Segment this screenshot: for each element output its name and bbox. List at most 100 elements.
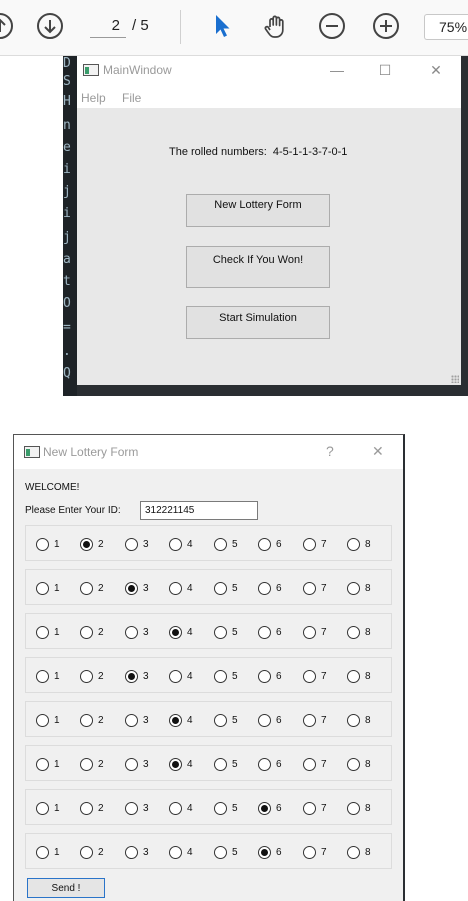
radio-option[interactable]: 4 (169, 536, 193, 552)
radio-option[interactable]: 1 (36, 844, 60, 860)
radio-button[interactable] (36, 845, 49, 859)
radio-option[interactable]: 6 (258, 712, 282, 728)
radio-option[interactable]: 2 (80, 712, 104, 728)
radio-button[interactable] (80, 581, 93, 595)
radio-option[interactable]: 4 (169, 756, 193, 772)
radio-option[interactable]: 8 (347, 580, 371, 596)
radio-option[interactable]: 1 (36, 580, 60, 596)
new-lottery-form-button[interactable]: New Lottery Form (186, 194, 330, 227)
maximize-icon[interactable]: ☐ (373, 61, 397, 79)
radio-option[interactable]: 7 (303, 756, 327, 772)
radio-option[interactable]: 7 (303, 844, 327, 860)
radio-option[interactable]: 3 (125, 756, 149, 772)
radio-option[interactable]: 2 (80, 844, 104, 860)
radio-option[interactable]: 1 (36, 712, 60, 728)
radio-option[interactable]: 7 (303, 800, 327, 816)
radio-option[interactable]: 7 (303, 536, 327, 552)
radio-button[interactable] (36, 537, 49, 551)
radio-option[interactable]: 4 (169, 712, 193, 728)
radio-option[interactable]: 8 (347, 756, 371, 772)
resize-grip-icon[interactable] (451, 375, 459, 383)
radio-option[interactable]: 6 (258, 624, 282, 640)
radio-option[interactable]: 3 (125, 668, 149, 684)
radio-option[interactable]: 6 (258, 756, 282, 772)
radio-button[interactable] (303, 845, 316, 859)
radio-button[interactable] (80, 537, 93, 551)
radio-button[interactable] (36, 669, 49, 683)
radio-option[interactable]: 5 (214, 844, 238, 860)
radio-option[interactable]: 5 (214, 800, 238, 816)
radio-button[interactable] (125, 757, 138, 771)
radio-button[interactable] (36, 581, 49, 595)
radio-button[interactable] (347, 801, 360, 815)
radio-button[interactable] (303, 581, 316, 595)
radio-option[interactable]: 5 (214, 580, 238, 596)
radio-option[interactable]: 2 (80, 756, 104, 772)
main-window-titlebar[interactable]: MainWindow — ☐ ✕ (77, 56, 461, 86)
radio-option[interactable]: 4 (169, 844, 193, 860)
radio-button[interactable] (36, 713, 49, 727)
radio-option[interactable]: 1 (36, 800, 60, 816)
radio-option[interactable]: 6 (258, 580, 282, 596)
radio-button[interactable] (80, 625, 93, 639)
radio-button[interactable] (125, 669, 138, 683)
radio-button[interactable] (347, 581, 360, 595)
radio-option[interactable]: 3 (125, 844, 149, 860)
radio-option[interactable]: 7 (303, 712, 327, 728)
radio-button[interactable] (347, 757, 360, 771)
send-button[interactable]: Send ! (27, 878, 105, 898)
radio-option[interactable]: 2 (80, 536, 104, 552)
radio-button[interactable] (258, 713, 271, 727)
radio-button[interactable] (36, 801, 49, 815)
radio-button[interactable] (347, 845, 360, 859)
menu-help[interactable]: Help (81, 91, 106, 105)
radio-option[interactable]: 8 (347, 668, 371, 684)
radio-option[interactable]: 3 (125, 712, 149, 728)
radio-option[interactable]: 2 (80, 800, 104, 816)
radio-button[interactable] (169, 801, 182, 815)
zoom-in-icon[interactable] (370, 10, 402, 42)
help-icon[interactable]: ? (326, 443, 334, 459)
radio-button[interactable] (125, 581, 138, 595)
radio-button[interactable] (80, 757, 93, 771)
radio-button[interactable] (125, 801, 138, 815)
radio-option[interactable]: 8 (347, 844, 371, 860)
zoom-out-icon[interactable] (316, 10, 348, 42)
radio-button[interactable] (169, 625, 182, 639)
radio-button[interactable] (303, 713, 316, 727)
radio-button[interactable] (214, 713, 227, 727)
radio-button[interactable] (214, 757, 227, 771)
radio-option[interactable]: 4 (169, 580, 193, 596)
minimize-icon[interactable]: — (325, 61, 349, 79)
radio-option[interactable]: 5 (214, 624, 238, 640)
radio-option[interactable]: 7 (303, 624, 327, 640)
radio-option[interactable]: 4 (169, 624, 193, 640)
radio-option[interactable]: 1 (36, 756, 60, 772)
radio-option[interactable]: 4 (169, 668, 193, 684)
radio-button[interactable] (347, 625, 360, 639)
radio-button[interactable] (303, 625, 316, 639)
zoom-level-field[interactable]: 75% (424, 14, 468, 40)
radio-option[interactable]: 8 (347, 536, 371, 552)
radio-button[interactable] (214, 581, 227, 595)
radio-option[interactable]: 3 (125, 800, 149, 816)
radio-option[interactable]: 6 (258, 668, 282, 684)
page-up-icon[interactable] (0, 10, 16, 42)
radio-button[interactable] (36, 757, 49, 771)
radio-button[interactable] (258, 757, 271, 771)
radio-button[interactable] (169, 713, 182, 727)
radio-option[interactable]: 8 (347, 800, 371, 816)
radio-option[interactable]: 2 (80, 580, 104, 596)
radio-button[interactable] (169, 845, 182, 859)
page-number-input[interactable]: 2 (90, 16, 126, 38)
radio-button[interactable] (169, 537, 182, 551)
radio-button[interactable] (80, 801, 93, 815)
radio-button[interactable] (258, 581, 271, 595)
radio-option[interactable]: 6 (258, 844, 282, 860)
radio-option[interactable]: 6 (258, 800, 282, 816)
radio-option[interactable]: 8 (347, 624, 371, 640)
radio-button[interactable] (169, 581, 182, 595)
radio-button[interactable] (80, 845, 93, 859)
radio-button[interactable] (214, 669, 227, 683)
radio-button[interactable] (214, 801, 227, 815)
